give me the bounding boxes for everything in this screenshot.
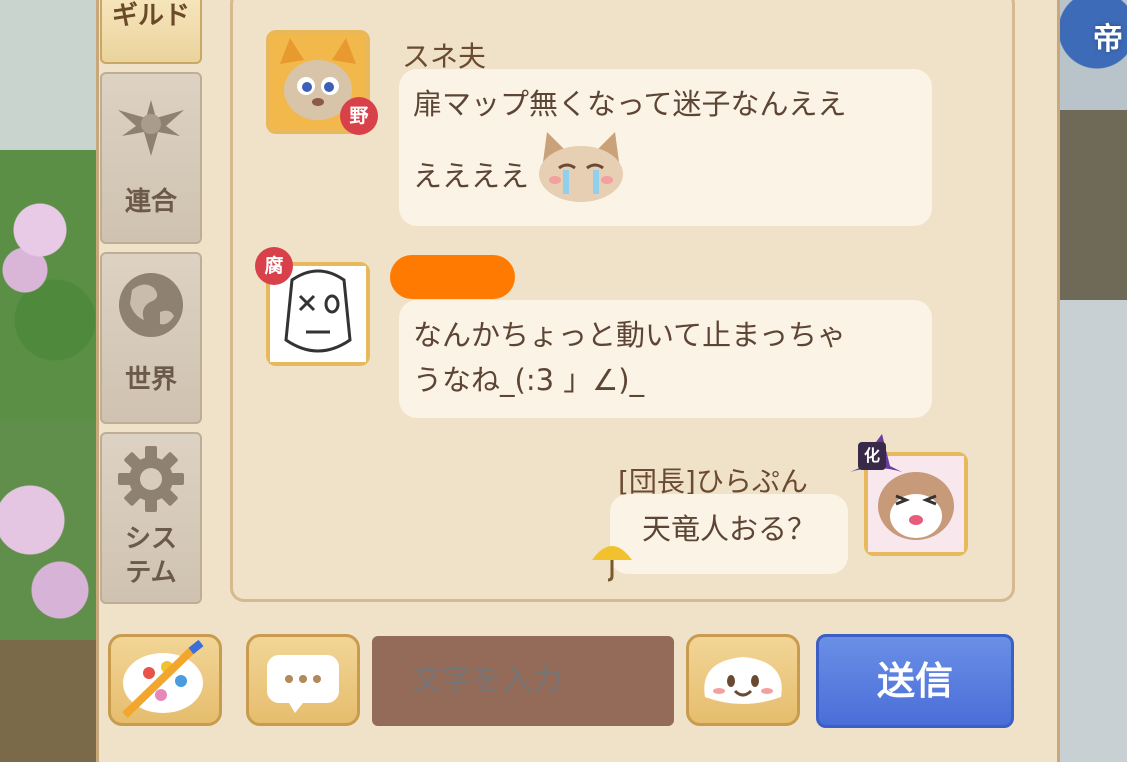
- tab-system-label: システム: [124, 524, 177, 588]
- message-bubble: 天竜人おる？: [610, 494, 848, 574]
- title-badge: 野: [340, 97, 378, 135]
- game-background-right: 帝: [1057, 0, 1127, 762]
- game-background-left: [0, 0, 100, 762]
- message-bubble: なんかちょっと動いて止まっちゃ うなね_(:3 」∠)_: [399, 300, 932, 418]
- smiley-icon: [704, 657, 782, 704]
- umbrella-icon: [588, 538, 636, 586]
- gear-icon: [116, 444, 186, 518]
- paint-palette-button[interactable]: [108, 634, 222, 726]
- speech-bubble-icon: [267, 655, 339, 713]
- message-input[interactable]: [372, 636, 674, 726]
- palette-icon: [122, 639, 204, 718]
- tab-alliance-label: 連合: [124, 187, 177, 217]
- tab-alliance[interactable]: 連合: [100, 72, 202, 244]
- message-line: 天竜人おる？: [641, 512, 816, 546]
- send-button[interactable]: 送信: [816, 634, 1014, 728]
- quick-chat-button[interactable]: [246, 634, 360, 726]
- emoji-button[interactable]: [686, 634, 800, 726]
- message-line: ええええ: [413, 132, 918, 220]
- tab-world[interactable]: 世界: [100, 252, 202, 424]
- message-line: 扉マップ無くなって迷子なんええ: [413, 87, 847, 121]
- tab-guild[interactable]: ギルド: [100, 0, 202, 64]
- crying-fox-sticker-icon: [533, 132, 629, 220]
- corner-label: 帝: [1093, 22, 1123, 57]
- tab-system[interactable]: システム: [100, 432, 202, 604]
- tab-world-label: 世界: [124, 365, 177, 395]
- title-badge: 腐: [255, 247, 293, 285]
- message-bubble: 扉マップ無くなって迷子なんええ ええええ: [399, 69, 932, 226]
- alliance-emblem-icon: [114, 96, 188, 164]
- globe-icon: [114, 268, 188, 346]
- title-badge: 化: [858, 442, 886, 470]
- tab-guild-label: ギルド: [111, 1, 190, 31]
- redacted-sender-name: [390, 255, 515, 299]
